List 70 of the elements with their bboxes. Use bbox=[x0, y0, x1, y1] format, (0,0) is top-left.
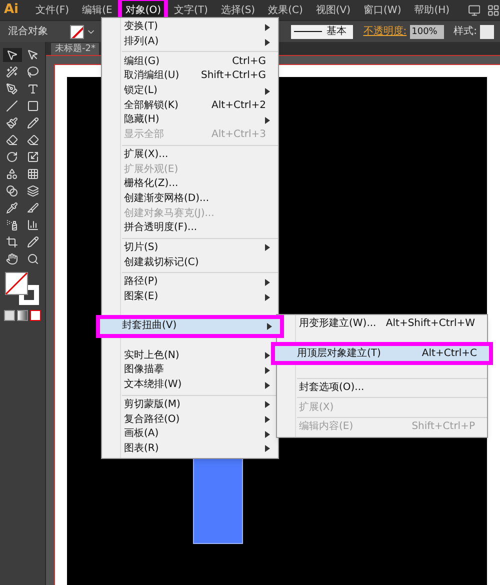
menu-title[interactable]: 效果(C) bbox=[265, 0, 306, 20]
app-logo: Ai bbox=[4, 1, 20, 20]
shapes-icon[interactable] bbox=[6, 168, 18, 180]
rectangle-icon[interactable] bbox=[26, 100, 39, 112]
gradient-mode-button[interactable] bbox=[17, 310, 28, 321]
zoom-icon[interactable] bbox=[26, 253, 39, 265]
fill-stroke-icon[interactable] bbox=[5, 272, 41, 306]
brush-icon[interactable] bbox=[6, 117, 18, 129]
rotate-icon[interactable] bbox=[6, 151, 18, 163]
menu-item[interactable]: 创建渐变网格(D)... bbox=[102, 192, 278, 206]
opacity-link[interactable]: 不透明度: bbox=[363, 24, 407, 39]
menu-item[interactable]: 创建裁切标记(C) bbox=[102, 255, 278, 270]
grid-icon[interactable] bbox=[26, 168, 39, 180]
menu-title[interactable]: 帮助(H) bbox=[411, 0, 453, 20]
pointer-icon[interactable] bbox=[26, 49, 39, 61]
menu-title[interactable]: 窗口(W) bbox=[360, 0, 404, 20]
menu-item[interactable]: 文本绕排(W) bbox=[102, 378, 278, 392]
color-mode-button[interactable] bbox=[4, 310, 15, 321]
style-label: 样式: bbox=[454, 24, 477, 39]
line-icon[interactable] bbox=[6, 100, 18, 112]
hand-icon[interactable] bbox=[6, 253, 18, 265]
blend-icon[interactable] bbox=[6, 185, 18, 197]
menu-item[interactable]: 拼合透明度(F)... bbox=[102, 220, 278, 236]
menu-title[interactable]: 文件(F) bbox=[32, 0, 72, 20]
menu-item[interactable]: 用顶层对象建立(T) Alt+Ctrl+C bbox=[271, 342, 493, 366]
pen-icon[interactable] bbox=[6, 83, 18, 95]
style-swatch[interactable] bbox=[480, 24, 494, 38]
menu-item[interactable]: 隐藏(H) bbox=[102, 113, 278, 128]
selection-label: 混合对象 bbox=[8, 24, 49, 39]
lasso-icon[interactable] bbox=[26, 66, 39, 78]
eraser-icon[interactable] bbox=[26, 134, 39, 146]
stroke-style-dropdown[interactable]: 基本 bbox=[291, 24, 354, 38]
menu-item[interactable]: 扩展(X)... bbox=[102, 148, 278, 162]
menu-item[interactable]: 锁定(L) bbox=[102, 84, 278, 98]
menu-item[interactable]: 编组(G) Ctrl+G bbox=[102, 54, 278, 70]
menu-item[interactable]: 剪切蒙版(M) bbox=[102, 398, 278, 412]
opacity-field[interactable]: 100% bbox=[410, 24, 444, 38]
menu-item[interactable]: 复合路径(O) bbox=[102, 412, 278, 427]
slice-icon[interactable] bbox=[26, 202, 39, 214]
scale-icon[interactable] bbox=[26, 151, 39, 163]
magic-wand-icon[interactable] bbox=[6, 66, 18, 78]
menu-item[interactable]: 路径(P) bbox=[102, 275, 278, 290]
type-icon[interactable] bbox=[26, 83, 39, 95]
layers-icon[interactable] bbox=[26, 185, 39, 197]
menu-item[interactable]: 图案(E) bbox=[102, 290, 278, 304]
none-mode-button[interactable] bbox=[30, 310, 41, 321]
menu-item[interactable]: 全部解锁(K) Alt+Ctrl+2 bbox=[102, 98, 278, 114]
menu-item[interactable]: 栅格化(Z)... bbox=[102, 176, 278, 192]
menu-title[interactable]: 选择(S) bbox=[218, 0, 258, 20]
menu-title[interactable]: 视图(V) bbox=[312, 0, 354, 20]
menu-item[interactable]: 图表(R) bbox=[102, 442, 278, 456]
menu-item[interactable]: 取消编组(U) Shift+Ctrl+G bbox=[102, 69, 278, 84]
layout-icon[interactable] bbox=[487, 4, 500, 16]
screen-icon[interactable] bbox=[468, 4, 480, 16]
menu-title[interactable]: 编辑(E bbox=[79, 0, 116, 20]
menu-item[interactable]: 图像描摹 bbox=[102, 363, 278, 378]
document-tab[interactable]: 未标题-2* bbox=[51, 43, 100, 55]
menu-title[interactable]: 文字(T) bbox=[171, 0, 211, 20]
menu-item[interactable]: 排列(A) bbox=[102, 34, 278, 50]
menu-item[interactable]: 切片(S) bbox=[102, 240, 278, 256]
menu-item[interactable]: 变换(T) bbox=[102, 20, 278, 35]
crop-icon[interactable] bbox=[6, 236, 18, 248]
menu-item[interactable]: 画板(A) bbox=[102, 426, 278, 442]
menu-item[interactable]: 封套扭曲(V) bbox=[96, 315, 284, 338]
pencil-icon[interactable] bbox=[26, 117, 39, 129]
arrow-pointer-icon[interactable] bbox=[6, 49, 18, 61]
stroke-swatch[interactable] bbox=[70, 24, 84, 38]
menu-item[interactable]: 封套选项(O)... bbox=[277, 380, 487, 396]
bar-chart-icon[interactable] bbox=[26, 219, 39, 231]
eyedropper-icon[interactable] bbox=[6, 202, 18, 214]
